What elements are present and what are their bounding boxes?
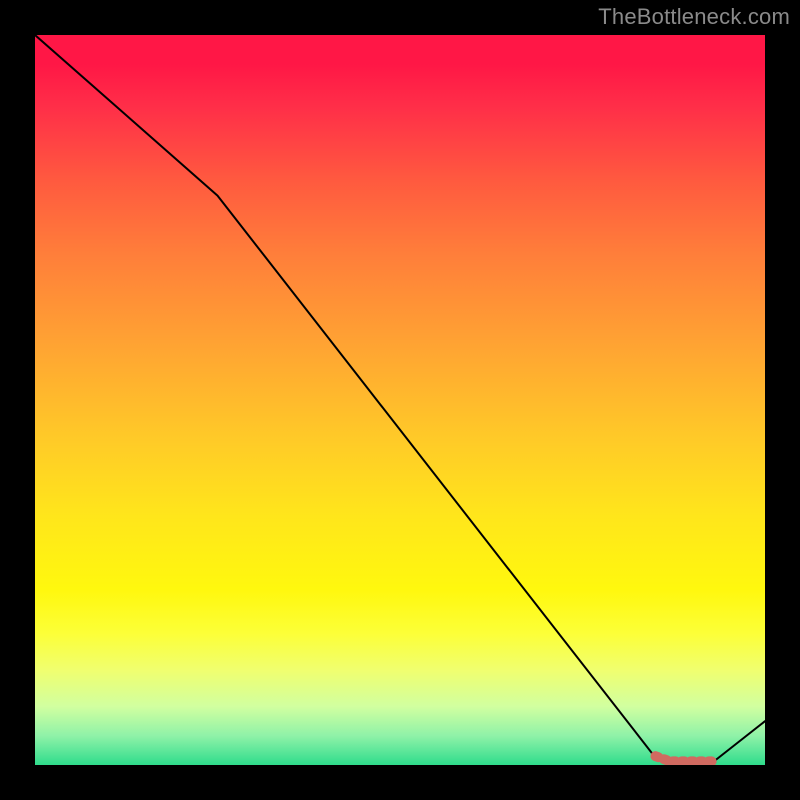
chart-frame: TheBottleneck.com (0, 0, 800, 800)
chart-svg (35, 35, 765, 765)
plot-area (35, 35, 765, 765)
bottleneck-curve-path (35, 35, 765, 761)
optimal-region-path (656, 756, 714, 761)
watermark-text: TheBottleneck.com (598, 4, 790, 30)
